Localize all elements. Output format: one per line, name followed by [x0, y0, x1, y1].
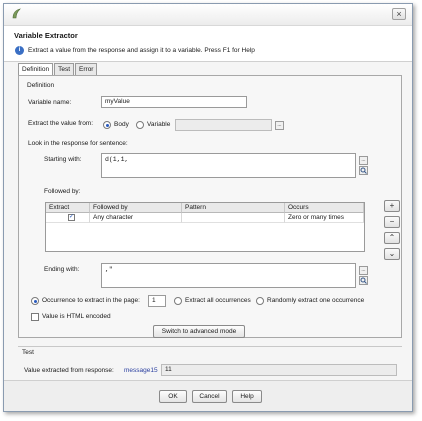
variable-extractor-window: × Variable Extractor i Extract a value f… — [3, 3, 413, 412]
look-in-label: Look in the response for sentence: — [28, 140, 128, 147]
table-header-pattern[interactable]: Pattern — [182, 203, 285, 213]
random-extract-label: Randomly extract one occurrence — [267, 297, 365, 304]
variable-source-input[interactable] — [175, 119, 272, 131]
table-cell-followed-by[interactable]: Any character — [90, 213, 182, 223]
variable-browse-button[interactable]: ... — [275, 121, 284, 130]
cancel-button[interactable]: Cancel — [192, 390, 227, 403]
random-extract-radio[interactable] — [256, 297, 264, 305]
ending-with-label: Ending with: — [44, 266, 80, 273]
table-header-extract[interactable]: Extract — [46, 203, 90, 213]
extract-all-radio[interactable] — [174, 297, 182, 305]
table-header-occurs[interactable]: Occurs — [285, 203, 364, 213]
occurrence-input[interactable]: 1 — [148, 295, 166, 307]
occurrence-radio[interactable] — [31, 297, 39, 305]
extracted-value-label: Value extracted from response: — [24, 367, 114, 374]
starting-with-textarea[interactable]: d(1,1, — [101, 153, 356, 178]
starting-with-search-icon[interactable] — [359, 166, 368, 175]
switch-advanced-button[interactable]: Switch to advanced mode — [153, 325, 245, 338]
definition-panel: Definition Variable name: myValue Extrac… — [18, 75, 402, 338]
variable-name-label: Variable name: — [28, 99, 72, 106]
info-icon: i — [15, 46, 24, 55]
followed-by-table: Extract Followed by Pattern Occurs ✓ Any… — [45, 202, 365, 252]
add-row-button[interactable]: + — [384, 200, 400, 212]
remove-row-button[interactable]: − — [384, 216, 400, 228]
variable-name-input[interactable]: myValue — [101, 96, 247, 108]
tab-bar: Definition Test Error — [18, 63, 98, 76]
extract-all-label: Extract all occurrences — [185, 297, 251, 304]
starting-with-browse-button[interactable]: ... — [359, 156, 368, 165]
close-button[interactable]: × — [392, 8, 406, 20]
test-section-label: Test — [22, 349, 34, 356]
variable-radio-label: Variable — [147, 121, 171, 128]
test-separator — [18, 346, 402, 347]
table-cell-pattern[interactable] — [182, 213, 285, 223]
body-radio-label: Body — [114, 121, 129, 128]
message-link[interactable]: message15 — [124, 367, 158, 374]
extracted-value-field: 11 — [161, 364, 397, 376]
starting-with-value: d(1,1, — [105, 156, 129, 163]
body-radio[interactable] — [103, 121, 111, 129]
title-bar: × — [4, 4, 412, 26]
table-cell-extract[interactable]: ✓ — [46, 213, 90, 223]
variable-radio[interactable] — [136, 121, 144, 129]
app-icon — [12, 8, 21, 19]
occurrence-label: Occurrence to extract in the page: — [42, 297, 140, 304]
followed-by-label: Followed by: — [44, 188, 81, 195]
html-encoded-label: Value is HTML encoded — [42, 313, 111, 320]
help-button[interactable]: Help — [232, 390, 262, 403]
ending-with-textarea[interactable]: ," — [101, 263, 356, 288]
table-cell-occurs[interactable]: Zero or many times — [285, 213, 364, 223]
dialog-header: Variable Extractor i Extract a value fro… — [4, 26, 412, 62]
starting-with-label: Starting with: — [44, 156, 82, 163]
extract-from-label: Extract the value from: — [28, 120, 94, 127]
extract-checkbox[interactable]: ✓ — [68, 214, 75, 221]
move-down-button[interactable]: ⌄ — [384, 248, 400, 260]
ending-with-search-icon[interactable] — [359, 276, 368, 285]
tab-test[interactable]: Test — [54, 63, 75, 75]
dialog-description: Extract a value from the response and as… — [28, 47, 255, 54]
tab-error[interactable]: Error — [75, 63, 98, 75]
table-header-followed-by[interactable]: Followed by — [90, 203, 182, 213]
definition-section-label: Definition — [27, 82, 55, 89]
html-encoded-checkbox[interactable] — [31, 313, 39, 321]
ending-with-value: ," — [105, 266, 113, 273]
dialog-title: Variable Extractor — [14, 31, 78, 40]
ending-with-browse-button[interactable]: ... — [359, 266, 368, 275]
ok-button[interactable]: OK — [159, 390, 187, 403]
move-up-button[interactable]: ⌃ — [384, 232, 400, 244]
dialog-footer: OK Cancel Help — [4, 381, 412, 411]
